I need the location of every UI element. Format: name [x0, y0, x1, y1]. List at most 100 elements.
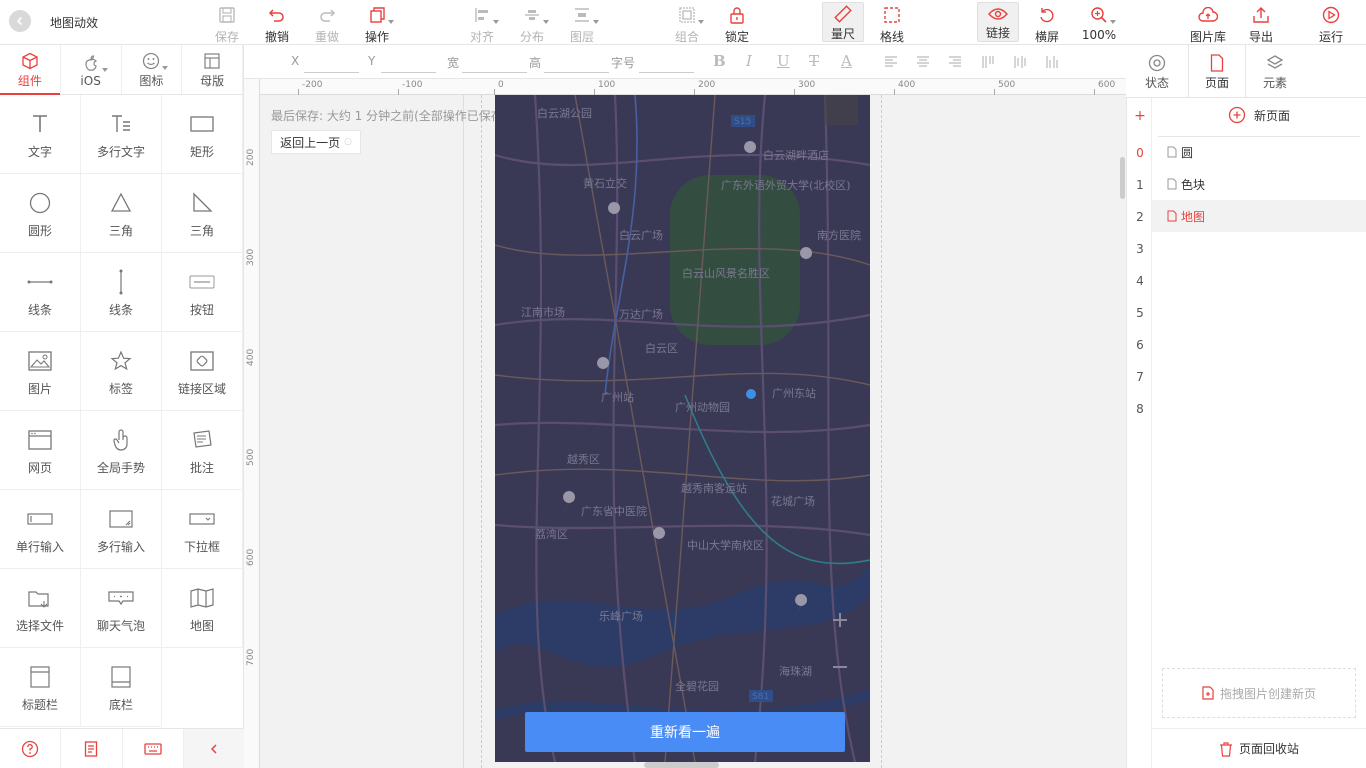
notes-button[interactable]: [61, 729, 123, 768]
operation-button[interactable]: 操作: [352, 4, 402, 45]
component-webpage[interactable]: 网页: [0, 411, 81, 490]
component-multi-input[interactable]: 多行输入: [81, 490, 162, 569]
text-color-icon[interactable]: A: [841, 52, 852, 70]
component-vertical-line[interactable]: 线条: [81, 253, 162, 332]
x-input[interactable]: [304, 72, 359, 73]
annotation-icon: [191, 425, 213, 455]
component-image[interactable]: 图片: [0, 332, 81, 411]
button-icon: [189, 267, 215, 297]
font-size-input[interactable]: [639, 72, 694, 73]
component-right-triangle[interactable]: 三角: [162, 174, 243, 253]
phone-artboard[interactable]: 白云湖公园 白云湖畔酒店 黄石立交 广东外语外贸大学(北校区) 白云广场 南方医…: [495, 95, 870, 762]
image-library-button[interactable]: 图片库: [1183, 4, 1233, 45]
bold-icon[interactable]: B: [713, 52, 726, 70]
italic-icon[interactable]: I: [746, 52, 752, 70]
run-button[interactable]: 运行: [1306, 4, 1356, 45]
valign-bottom-icon[interactable]: [1045, 55, 1059, 69]
webpage-icon: [28, 425, 52, 455]
component-annotation[interactable]: 批注: [162, 411, 243, 490]
back-icon[interactable]: [9, 10, 31, 32]
component-circle[interactable]: 圆形: [0, 174, 81, 253]
component-dropdown[interactable]: 下拉框: [162, 490, 243, 569]
component-gesture[interactable]: 全局手势: [81, 411, 162, 490]
component-button[interactable]: 按钮: [162, 253, 243, 332]
map-road-label: S15: [734, 117, 751, 127]
canvas-area[interactable]: -200 -100 0 100 200 300 400 500 600 200 300 400 500…: [244, 79, 1126, 768]
target-icon: [1148, 52, 1166, 74]
group-button[interactable]: 组合: [662, 4, 712, 45]
page-item[interactable]: 地图: [1152, 200, 1366, 232]
page-item[interactable]: 圆: [1152, 136, 1366, 168]
help-icon: [21, 740, 39, 757]
new-page-button[interactable]: 新页面: [1228, 106, 1290, 124]
shortcuts-button[interactable]: [123, 729, 184, 768]
link-button[interactable]: 链接: [977, 2, 1019, 42]
ruler-tick-label: 100: [598, 80, 616, 90]
tab-icons[interactable]: 图标: [122, 45, 183, 94]
drop-image-zone[interactable]: 拖拽图片创建新页: [1162, 668, 1356, 718]
tab-masters[interactable]: 母版: [182, 45, 243, 94]
ruler-button[interactable]: 量尺: [822, 2, 864, 42]
y-input[interactable]: [381, 72, 436, 73]
cube-icon: [21, 50, 39, 72]
save-icon: [218, 4, 236, 26]
component-bottom-bar[interactable]: 底栏: [81, 648, 162, 727]
valign-top-icon[interactable]: [981, 55, 995, 69]
export-button[interactable]: 导出: [1236, 4, 1286, 45]
align-left-icon[interactable]: [884, 55, 898, 69]
back-to-previous-button[interactable]: 返回上一页 ○: [271, 130, 361, 154]
collapse-panel-button[interactable]: [183, 729, 244, 768]
map-label: 广州动物园: [675, 400, 730, 414]
component-chat-bubble[interactable]: 聊天气泡: [81, 569, 162, 648]
layer-button[interactable]: 图层: [557, 4, 607, 45]
add-page-plus-icon[interactable]: +: [1127, 108, 1153, 124]
tab-elements[interactable]: 元素: [1246, 45, 1304, 97]
tab-components[interactable]: 组件: [0, 45, 61, 95]
left-panel: 组件 iOS 图标 母版 文字 多行文字 矩形 圆形 三角 三角 线条 线条 按钮 图片 标签 链接区…: [0, 45, 244, 768]
distribute-button[interactable]: 分布: [507, 4, 557, 45]
component-triangle[interactable]: 三角: [81, 174, 162, 253]
component-map[interactable]: 地图: [162, 569, 243, 648]
tab-ios[interactable]: iOS: [61, 45, 122, 94]
tab-states[interactable]: 状态: [1126, 45, 1188, 97]
lock-button[interactable]: 锁定: [712, 4, 762, 45]
horizontal-scrollbar[interactable]: [644, 762, 719, 768]
distribute-label: 分布: [519, 30, 544, 44]
component-horizontal-line[interactable]: 线条: [0, 253, 81, 332]
component-single-input[interactable]: 单行输入: [0, 490, 81, 569]
undo-button[interactable]: 撤销: [252, 4, 302, 45]
tab-pages[interactable]: 页面: [1188, 45, 1246, 97]
component-rectangle[interactable]: 矩形: [162, 95, 243, 174]
valign-middle-icon[interactable]: [1013, 55, 1027, 69]
width-input[interactable]: [462, 72, 527, 73]
save-button[interactable]: 保存: [202, 4, 252, 45]
component-title-bar[interactable]: 标题栏: [0, 648, 81, 727]
page-number: 6: [1136, 338, 1144, 352]
component-multiline-text[interactable]: 多行文字: [81, 95, 162, 174]
page-item[interactable]: 色块: [1152, 168, 1366, 200]
page-number: 0: [1136, 146, 1144, 160]
left-tabs: 组件 iOS 图标 母版: [0, 45, 243, 95]
vertical-scrollbar[interactable]: [1120, 157, 1125, 199]
replay-button[interactable]: 重新看一遍: [525, 712, 845, 752]
page-trash-button[interactable]: 页面回收站: [1152, 728, 1366, 768]
underline-icon[interactable]: U: [777, 52, 790, 70]
align-button[interactable]: 对齐: [457, 4, 507, 45]
component-label: 下拉框: [183, 539, 220, 554]
page-icon: [1210, 52, 1224, 74]
redo-button[interactable]: 重做: [302, 4, 352, 45]
align-center-icon[interactable]: [916, 55, 930, 69]
help-button[interactable]: [0, 729, 62, 768]
grid-label: 格线: [879, 30, 904, 44]
component-label: 图片: [27, 381, 52, 396]
component-text[interactable]: 文字: [0, 95, 81, 174]
strikethrough-icon[interactable]: T: [809, 52, 819, 70]
component-file-picker[interactable]: 选择文件: [0, 569, 81, 648]
align-right-icon[interactable]: [948, 55, 962, 69]
component-link-area[interactable]: 链接区域: [162, 332, 243, 411]
zoom-button[interactable]: 100%: [1074, 4, 1124, 42]
component-star[interactable]: 标签: [81, 332, 162, 411]
height-input[interactable]: [544, 72, 609, 73]
landscape-button[interactable]: 横屏: [1022, 4, 1072, 45]
grid-button[interactable]: 格线: [867, 4, 917, 45]
